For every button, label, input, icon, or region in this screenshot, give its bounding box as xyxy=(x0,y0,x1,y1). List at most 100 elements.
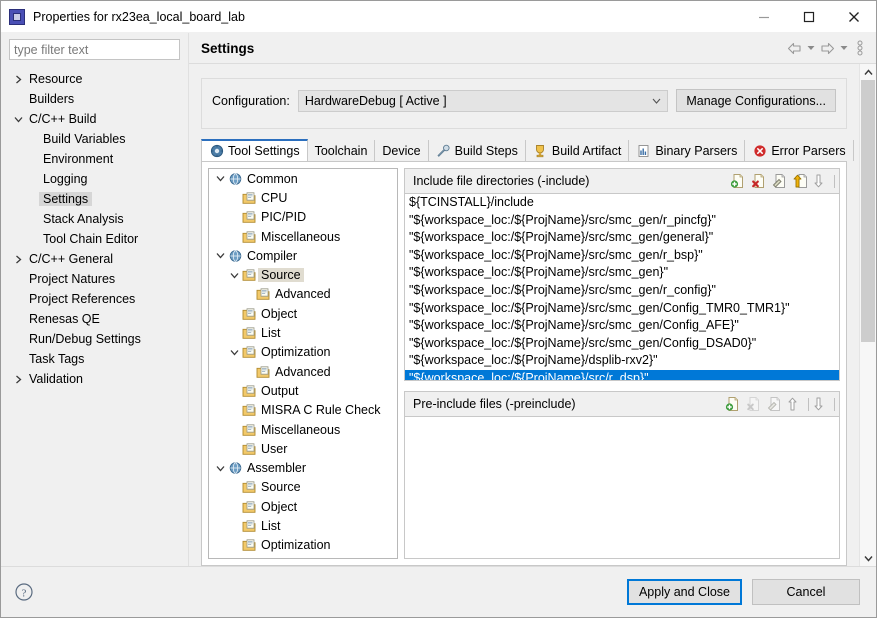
tool-tree-item-misra-c-rule-check[interactable]: MISRA C Rule Check xyxy=(209,401,397,420)
tab-toolchain[interactable]: Toolchain xyxy=(308,140,376,161)
folder-page-icon xyxy=(241,384,258,398)
tool-tree-item-label: Source xyxy=(258,268,304,282)
tool-tree-item-label: Object xyxy=(258,500,300,514)
list-item[interactable]: "${workspace_loc:/${ProjName}/src/smc_ge… xyxy=(405,282,839,300)
chevron-down-icon[interactable] xyxy=(227,272,241,279)
tool-tree-item-user[interactable]: User xyxy=(209,439,397,458)
list-item[interactable]: "${workspace_loc:/${ProjName}/src/smc_ge… xyxy=(405,247,839,265)
apply-and-close-button[interactable]: Apply and Close xyxy=(627,579,742,605)
list-item[interactable]: "${workspace_loc:/${ProjName}/dsplib-rxv… xyxy=(405,352,839,370)
list-item[interactable]: "${workspace_loc:/${ProjName}/src/smc_ge… xyxy=(405,212,839,230)
list-item[interactable]: ${TCINSTALL}/include xyxy=(405,194,839,212)
tab-build-steps[interactable]: Build Steps xyxy=(429,140,526,161)
forward-arrow-icon[interactable] xyxy=(817,38,837,58)
chevron-down-icon[interactable] xyxy=(213,175,227,182)
tool-tree-item-object[interactable]: Object xyxy=(209,304,397,323)
chevron-right-icon[interactable] xyxy=(11,255,25,264)
tool-tree-item-list[interactable]: List xyxy=(209,516,397,535)
minimize-icon[interactable] xyxy=(741,2,786,32)
tool-tree-item-advanced[interactable]: Advanced xyxy=(209,362,397,381)
scroll-up-icon[interactable] xyxy=(860,64,876,80)
scrollbar-thumb[interactable] xyxy=(861,80,875,342)
tool-settings-tree[interactable]: CommonCPUPIC/PIDMiscellaneousCompilerSou… xyxy=(208,168,398,559)
filter-input[interactable] xyxy=(9,39,180,60)
add-icon[interactable] xyxy=(723,395,742,414)
view-menu-icon[interactable] xyxy=(850,38,870,58)
tab-tool-settings[interactable]: Tool Settings xyxy=(201,139,308,161)
nav-item-build-variables[interactable]: Build Variables xyxy=(1,129,188,149)
list-item[interactable]: "${workspace_loc:/${ProjName}/src/smc_ge… xyxy=(405,229,839,247)
tab-binary-parsers[interactable]: Binary Parsers xyxy=(629,140,745,161)
nav-item-logging[interactable]: Logging xyxy=(1,169,188,189)
tool-tree-item-miscellaneous[interactable]: Miscellaneous xyxy=(209,420,397,439)
move-down-icon[interactable] xyxy=(812,172,831,191)
nav-item-c-c-build[interactable]: C/C++ Build xyxy=(1,109,188,129)
forward-dropdown-caret-icon[interactable] xyxy=(837,38,850,58)
nav-item-resource[interactable]: Resource xyxy=(1,69,188,89)
delete-icon[interactable] xyxy=(749,172,768,191)
tool-tree-item-cpu[interactable]: CPU xyxy=(209,188,397,207)
move-up-icon[interactable] xyxy=(791,172,810,191)
nav-item-project-natures[interactable]: Project Natures xyxy=(1,269,188,289)
list-item[interactable]: "${workspace_loc:/${ProjName}/src/smc_ge… xyxy=(405,317,839,335)
include-directories-list[interactable]: ${TCINSTALL}/include"${workspace_loc:/${… xyxy=(404,193,840,381)
add-icon[interactable] xyxy=(728,172,747,191)
nav-item-settings[interactable]: Settings xyxy=(1,189,188,209)
tab-device[interactable]: Device xyxy=(375,140,428,161)
tool-tree-item-compiler[interactable]: Compiler xyxy=(209,246,397,265)
tool-tree-item-optimization[interactable]: Optimization xyxy=(209,536,397,555)
settings-tabs[interactable]: Tool SettingsToolchainDeviceBuild StepsB… xyxy=(201,139,847,162)
tool-tree-item-miscellaneous[interactable]: Miscellaneous xyxy=(209,227,397,246)
nav-item-stack-analysis[interactable]: Stack Analysis xyxy=(1,209,188,229)
back-dropdown-caret-icon[interactable] xyxy=(804,38,817,58)
maximize-icon[interactable] xyxy=(786,2,831,32)
preinclude-files-list[interactable] xyxy=(404,416,840,559)
manage-configurations-button[interactable]: Manage Configurations... xyxy=(676,89,836,112)
folder-page-icon xyxy=(241,345,258,359)
error-icon xyxy=(752,143,767,158)
close-icon[interactable] xyxy=(831,2,876,32)
tool-tree-item-optimization[interactable]: Optimization xyxy=(209,343,397,362)
nav-item-tool-chain-editor[interactable]: Tool Chain Editor xyxy=(1,229,188,249)
configuration-combo[interactable]: HardwareDebug [ Active ] xyxy=(298,90,669,112)
help-icon[interactable]: ? xyxy=(13,581,35,603)
chevron-right-icon[interactable] xyxy=(11,75,25,84)
nav-item-project-references[interactable]: Project References xyxy=(1,289,188,309)
nav-item-builders[interactable]: Builders xyxy=(1,89,188,109)
tool-tree-item-pic-pid[interactable]: PIC/PID xyxy=(209,208,397,227)
nav-item-c-c-general[interactable]: C/C++ General xyxy=(1,249,188,269)
cancel-button[interactable]: Cancel xyxy=(752,579,860,605)
settings-vertical-scrollbar[interactable] xyxy=(859,64,876,566)
nav-item-task-tags[interactable]: Task Tags xyxy=(1,349,188,369)
tool-tree-item-source[interactable]: Source xyxy=(209,478,397,497)
chevron-down-icon[interactable] xyxy=(11,116,25,123)
nav-item-label: Tool Chain Editor xyxy=(39,232,142,246)
list-item[interactable]: "${workspace_loc:/${ProjName}/src/smc_ge… xyxy=(405,335,839,353)
tab-build-artifact[interactable]: Build Artifact xyxy=(526,140,629,161)
tool-tree-item-object[interactable]: Object xyxy=(209,497,397,516)
properties-nav-tree[interactable]: ResourceBuildersC/C++ BuildBuild Variabl… xyxy=(1,67,188,566)
chevron-down-icon[interactable] xyxy=(227,349,241,356)
tab-error-parsers[interactable]: Error Parsers xyxy=(745,140,853,161)
nav-item-run-debug-settings[interactable]: Run/Debug Settings xyxy=(1,329,188,349)
tool-tree-item-list[interactable]: List xyxy=(209,323,397,342)
chevron-right-icon[interactable] xyxy=(11,375,25,384)
tool-tree-item-common[interactable]: Common xyxy=(209,169,397,188)
list-item[interactable]: "${workspace_loc:/${ProjName}/src/smc_ge… xyxy=(405,300,839,318)
scroll-down-icon[interactable] xyxy=(860,550,876,566)
back-arrow-icon[interactable] xyxy=(784,38,804,58)
tool-tree-item-source[interactable]: Source xyxy=(209,265,397,284)
scrollbar-track[interactable] xyxy=(860,80,876,550)
tool-tree-item-output[interactable]: Output xyxy=(209,381,397,400)
list-item[interactable]: "${workspace_loc:/${ProjName}/src/r_dsp}… xyxy=(405,370,839,381)
nav-item-environment[interactable]: Environment xyxy=(1,149,188,169)
edit-icon[interactable] xyxy=(770,172,789,191)
tool-tree-item-assembler[interactable]: Assembler xyxy=(209,458,397,477)
list-item[interactable]: "${workspace_loc:/${ProjName}/src/smc_ge… xyxy=(405,264,839,282)
nav-item-renesas-qe[interactable]: Renesas QE xyxy=(1,309,188,329)
tool-tree-item-advanced[interactable]: Advanced xyxy=(209,285,397,304)
chevron-down-icon[interactable] xyxy=(213,465,227,472)
chevron-down-icon[interactable] xyxy=(213,252,227,259)
nav-item-validation[interactable]: Validation xyxy=(1,369,188,389)
tool-tree-item-label: Output xyxy=(258,384,302,398)
